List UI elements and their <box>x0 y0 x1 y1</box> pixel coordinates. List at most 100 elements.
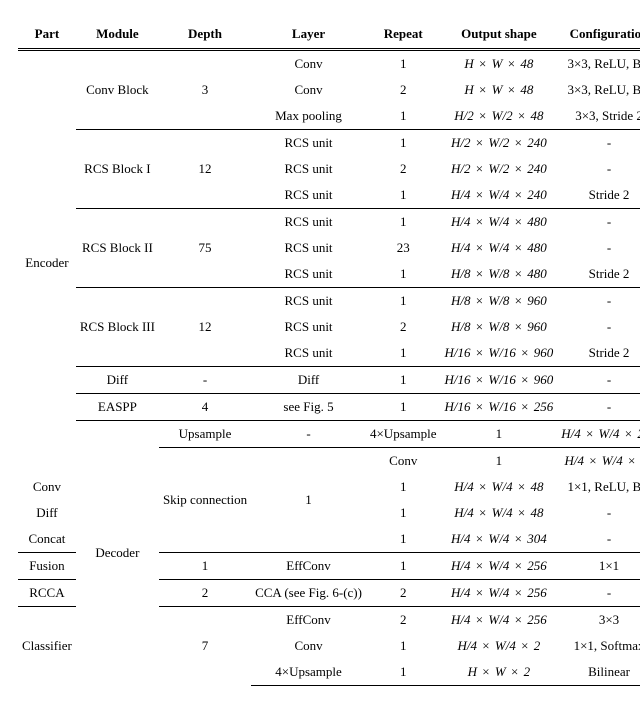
cell-config: Stride 2 <box>557 182 640 209</box>
cell-module: RCCA <box>18 580 76 607</box>
cell-repeat: 1 <box>366 340 441 367</box>
table-row: DecoderUpsample-4×Upsample1H/4 × W/4 × 2… <box>18 421 640 448</box>
cell-config: 3×3, Stride 2 <box>557 103 640 130</box>
cell-output: H/16 × W/16 × 960 <box>441 340 558 367</box>
cell-output: H × W × 48 <box>441 77 558 103</box>
cell-depth: - <box>251 421 366 448</box>
cell-part: Encoder <box>18 51 76 474</box>
cell-output: H × W × 2 <box>441 659 558 686</box>
cell-repeat: 2 <box>366 580 441 607</box>
cell-module: RCS Block I <box>76 130 159 209</box>
cell-layer: RCS unit <box>251 340 366 367</box>
cell-output: H/4 × W/4 × 256 <box>557 421 640 448</box>
cell-config: - <box>557 367 640 394</box>
cell-depth: 3 <box>159 51 251 130</box>
cell-depth: 75 <box>159 209 251 288</box>
col-output: Output shape <box>441 20 558 50</box>
table-row: RCS Block I12RCS unit1H/2 × W/2 × 240- <box>18 130 640 157</box>
col-config: Configuration <box>557 20 640 50</box>
col-depth: Depth <box>159 20 251 50</box>
cell-repeat: 1 <box>366 209 441 236</box>
table-row: EncoderConv Block3Conv1H × W × 483×3, Re… <box>18 51 640 77</box>
cell-layer: Conv <box>251 77 366 103</box>
col-module: Module <box>76 20 159 50</box>
cell-repeat: 1 <box>366 288 441 315</box>
cell-repeat: 1 <box>366 130 441 157</box>
cell-repeat: 1 <box>441 421 558 448</box>
architecture-table: Part Module Depth Layer Repeat Output sh… <box>18 20 640 686</box>
cell-config: - <box>557 288 640 315</box>
cell-config: - <box>557 130 640 157</box>
table-row: EASPP4see Fig. 51H/16 × W/16 × 256- <box>18 394 640 421</box>
cell-repeat: 1 <box>366 553 441 580</box>
cell-repeat: 2 <box>366 314 441 340</box>
cell-part: Decoder <box>76 421 159 686</box>
cell-repeat: 1 <box>366 526 441 553</box>
cell-config: - <box>557 209 640 236</box>
cell-depth: 1 <box>251 448 366 553</box>
table-row: Diff-Diff1H/16 × W/16 × 960- <box>18 367 640 394</box>
cell-config: - <box>557 500 640 526</box>
cell-output: H/4 × W/4 × 480 <box>441 209 558 236</box>
cell-output: H × W × 48 <box>441 51 558 77</box>
cell-output: H/8 × W/8 × 960 <box>441 288 558 315</box>
cell-layer: 4×Upsample <box>366 421 441 448</box>
cell-output: H/4 × W/4 × 48 <box>441 474 558 500</box>
cell-repeat: 1 <box>366 103 441 130</box>
cell-config: - <box>557 156 640 182</box>
cell-module: Upsample <box>159 421 251 448</box>
cell-output: H/2 × W/2 × 48 <box>441 103 558 130</box>
cell-depth: 12 <box>159 288 251 367</box>
cell-repeat: 1 <box>441 448 558 475</box>
cell-repeat: 23 <box>366 235 441 261</box>
cell-config: - <box>557 235 640 261</box>
cell-config: 3×3, ReLU, BN <box>557 77 640 103</box>
cell-output: H/4 × W/4 × 256 <box>441 607 558 634</box>
cell-layer: Conv <box>251 633 366 659</box>
cell-layer: Conv <box>366 448 441 475</box>
cell-output: H/4 × W/4 × 256 <box>441 580 558 607</box>
cell-output: H/4 × W/4 × 2 <box>441 633 558 659</box>
cell-layer: RCS unit <box>251 156 366 182</box>
cell-module: EASPP <box>76 394 159 421</box>
cell-repeat: 2 <box>366 607 441 634</box>
cell-module: Diff <box>76 367 159 394</box>
cell-repeat: 2 <box>366 156 441 182</box>
cell-depth: 12 <box>159 130 251 209</box>
cell-output: H/2 × W/2 × 240 <box>441 156 558 182</box>
cell-config: Stride 2 <box>557 261 640 288</box>
cell-repeat: 1 <box>366 261 441 288</box>
cell-output: H/8 × W/8 × 960 <box>441 314 558 340</box>
cell-depth: 7 <box>159 607 251 686</box>
cell-layer: Concat <box>18 526 76 553</box>
cell-repeat: 1 <box>366 182 441 209</box>
cell-layer: EffConv <box>251 607 366 634</box>
cell-repeat: 1 <box>366 367 441 394</box>
cell-layer: RCS unit <box>251 288 366 315</box>
cell-layer: Conv <box>251 51 366 77</box>
cell-repeat: 1 <box>366 474 441 500</box>
cell-depth: 1 <box>159 553 251 580</box>
cell-config: - <box>557 314 640 340</box>
cell-layer: RCS unit <box>251 130 366 157</box>
cell-module: Fusion <box>18 553 76 580</box>
cell-output: H/4 × W/4 × 240 <box>441 182 558 209</box>
cell-config: 3×3, ReLU, BN <box>557 51 640 77</box>
header-row: Part Module Depth Layer Repeat Output sh… <box>18 20 640 50</box>
cell-config: 1×1, Softmax <box>557 633 640 659</box>
table-row: RCS Block II75RCS unit1H/4 × W/4 × 480- <box>18 209 640 236</box>
cell-config: 1×1, ReLU, BN <box>557 474 640 500</box>
cell-output: H/16 × W/16 × 256 <box>441 394 558 421</box>
cell-repeat: 1 <box>366 659 441 686</box>
cell-repeat: 1 <box>366 633 441 659</box>
cell-layer: 4×Upsample <box>251 659 366 686</box>
cell-module: Skip connection <box>159 448 251 553</box>
cell-output: H/4 × W/4 × 48 <box>557 448 640 475</box>
cell-output: H/16 × W/16 × 960 <box>441 367 558 394</box>
cell-output: H/4 × W/4 × 256 <box>441 553 558 580</box>
cell-module: Classifier <box>18 607 76 686</box>
cell-repeat: 1 <box>366 500 441 526</box>
col-repeat: Repeat <box>366 20 441 50</box>
col-part: Part <box>18 20 76 50</box>
cell-module: RCS Block III <box>76 288 159 367</box>
